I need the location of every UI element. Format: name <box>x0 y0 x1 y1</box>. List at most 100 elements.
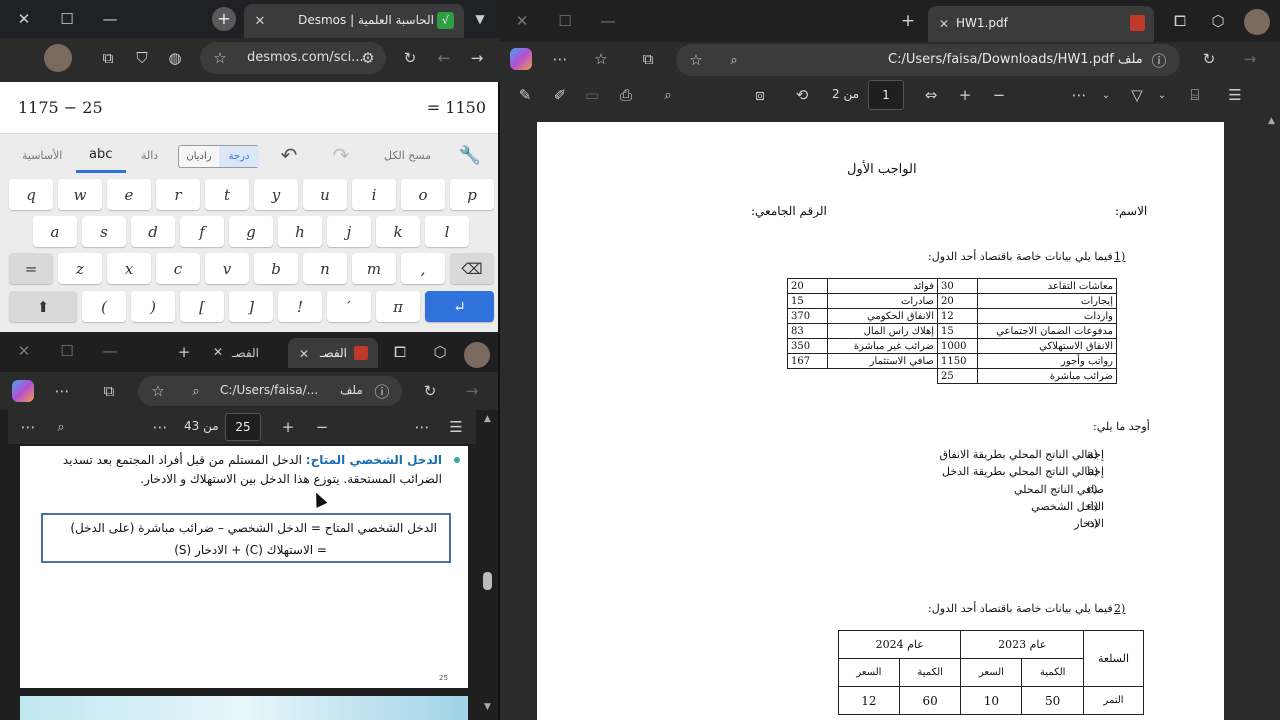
more-icon[interactable]: ⋯ <box>1067 83 1091 107</box>
maximize-icon[interactable]: ☐ <box>55 7 79 31</box>
undo-icon[interactable]: ↶ <box>277 143 301 167</box>
shift-icon[interactable]: ⬆ <box>9 291 77 322</box>
close-icon[interactable]: ✕ <box>12 339 36 363</box>
rotate-icon[interactable]: ⟲ <box>790 83 814 107</box>
key-r[interactable]: r <box>156 179 200 210</box>
url-bar[interactable]: ☆ ⌕ C:/Users/faisa/... ملف ⓘ <box>138 376 402 406</box>
tab-abc[interactable]: abc <box>89 147 112 162</box>
clear-all-button[interactable]: مسح الكل <box>384 149 431 162</box>
copilot-icon[interactable] <box>510 48 532 70</box>
edit-icon[interactable]: ✐ <box>548 83 572 107</box>
more-icon[interactable]: ⋯ <box>16 415 40 439</box>
key-a[interactable]: a <box>33 216 77 247</box>
zoom-icon[interactable]: ⌕ <box>722 48 746 72</box>
key-w[interactable]: w <box>58 179 102 210</box>
copilot-icon[interactable] <box>12 380 34 402</box>
zoom-out-icon[interactable]: − <box>987 83 1011 107</box>
enter-icon[interactable]: ↵ <box>425 291 494 322</box>
key-s[interactable]: s <box>82 216 126 247</box>
key-y[interactable]: y <box>254 179 298 210</box>
info-icon[interactable]: ⓘ <box>370 379 394 403</box>
draw-icon[interactable]: ✎ <box>513 83 537 107</box>
key-x[interactable]: x <box>107 253 151 284</box>
page-view-icon[interactable]: ⧈ <box>748 83 772 107</box>
key-prime[interactable]: ′ <box>327 291 371 322</box>
globe-icon[interactable]: ◍ <box>163 46 187 70</box>
star-icon[interactable]: ☆ <box>208 46 232 70</box>
page-number-input[interactable]: 1 <box>868 80 904 110</box>
avatar[interactable] <box>1244 9 1270 35</box>
tab-actions-icon[interactable]: ⧠ <box>1168 9 1192 33</box>
contents-icon[interactable]: ☰ <box>1223 83 1247 107</box>
extensions-icon[interactable]: ⧉ <box>96 46 120 70</box>
workspaces-icon[interactable]: ⬡ <box>1206 9 1230 33</box>
key-comma[interactable]: , <box>401 253 445 284</box>
refresh-icon[interactable]: ↻ <box>398 46 422 70</box>
zoom-in-icon[interactable]: + <box>953 83 977 107</box>
avatar[interactable] <box>44 44 72 72</box>
key-k[interactable]: k <box>376 216 420 247</box>
wrench-icon[interactable]: 🔧 <box>458 143 482 167</box>
refresh-icon[interactable]: ↻ <box>418 379 442 403</box>
radian-option[interactable]: راديان <box>179 146 219 167</box>
maximize-icon[interactable]: ☐ <box>553 9 577 33</box>
workspaces-icon[interactable]: ⬡ <box>428 340 452 364</box>
maximize-icon[interactable]: ☐ <box>55 339 79 363</box>
backspace-icon[interactable]: ⌫ <box>450 253 494 284</box>
key-l[interactable]: l <box>425 216 469 247</box>
close-tab-icon[interactable]: ✕ <box>206 340 230 364</box>
zoom-icon[interactable]: ⌕ <box>184 379 208 403</box>
key-open-paren[interactable]: ( <box>82 291 126 322</box>
new-tab-icon[interactable]: + <box>896 9 920 33</box>
avatar[interactable] <box>464 342 490 368</box>
scroll-down-icon[interactable]: ▼ <box>484 702 491 712</box>
back-icon[interactable]: ← <box>432 46 456 70</box>
tab-active-pdf[interactable]: ✕ الفصـ <box>288 338 378 368</box>
key-n[interactable]: n <box>303 253 347 284</box>
key-d[interactable]: d <box>131 216 175 247</box>
key-t[interactable]: t <box>205 179 249 210</box>
more-tools-icon[interactable]: ⋯ <box>148 415 172 439</box>
key-close-paren[interactable]: ) <box>131 291 175 322</box>
key-i[interactable]: i <box>352 179 396 210</box>
redo-icon[interactable]: ↷ <box>329 143 353 167</box>
key-o[interactable]: o <box>401 179 445 210</box>
zoom-in-icon[interactable]: + <box>276 415 300 439</box>
close-tab-icon[interactable]: ✕ <box>932 12 956 36</box>
key-g[interactable]: g <box>229 216 273 247</box>
minimize-icon[interactable]: — <box>98 339 122 363</box>
fit-width-icon[interactable]: ⇔ <box>919 83 943 107</box>
key-v[interactable]: v <box>205 253 249 284</box>
zoom-out-icon[interactable]: − <box>310 415 334 439</box>
search-icon[interactable]: ⌕ <box>49 415 73 439</box>
key-z[interactable]: z <box>58 253 102 284</box>
url-bar[interactable]: ☆ ⌕ C:/Users/faisa/Downloads/HW1.pdf ملف… <box>676 44 1180 76</box>
minimize-icon[interactable]: — <box>98 7 122 31</box>
scrollbar[interactable]: ▲ ▼ <box>480 410 496 720</box>
more-icon[interactable]: ⋯ <box>50 379 74 403</box>
expression-input[interactable]: 1175 − 25 <box>18 98 103 117</box>
key-q[interactable]: q <box>9 179 53 210</box>
star-icon[interactable]: ☆ <box>684 48 708 72</box>
site-settings-icon[interactable]: ⚙ <box>356 46 380 70</box>
close-icon[interactable]: ✕ <box>12 7 36 31</box>
key-j[interactable]: j <box>327 216 371 247</box>
close-tab-icon[interactable]: ✕ <box>248 9 272 33</box>
extensions-icon[interactable]: ⧉ <box>97 379 121 403</box>
page-number-input[interactable]: 25 <box>225 413 261 441</box>
star-icon[interactable]: ☆ <box>146 379 170 403</box>
tab-function[interactable]: دالة <box>141 149 158 162</box>
key-m[interactable]: m <box>352 253 396 284</box>
url-bar[interactable]: ☆ desmos.com/sci... ⚙ <box>200 42 386 74</box>
forward-icon[interactable]: → <box>1238 47 1262 71</box>
shield-icon[interactable]: ⛉ <box>130 46 154 70</box>
forward-icon[interactable]: → <box>460 379 484 403</box>
key-close-bracket[interactable]: ] <box>229 291 273 322</box>
scroll-thumb[interactable] <box>483 572 492 590</box>
highlight-icon[interactable]: ⌸ <box>1183 83 1207 107</box>
key-factorial[interactable]: ! <box>278 291 322 322</box>
favorites-icon[interactable]: ☆ <box>589 47 613 71</box>
tab-hw1[interactable]: ✕ HW1.pdf <box>928 6 1154 42</box>
new-tab-icon[interactable]: + <box>212 7 236 31</box>
save-icon[interactable]: ▭ <box>580 83 604 107</box>
